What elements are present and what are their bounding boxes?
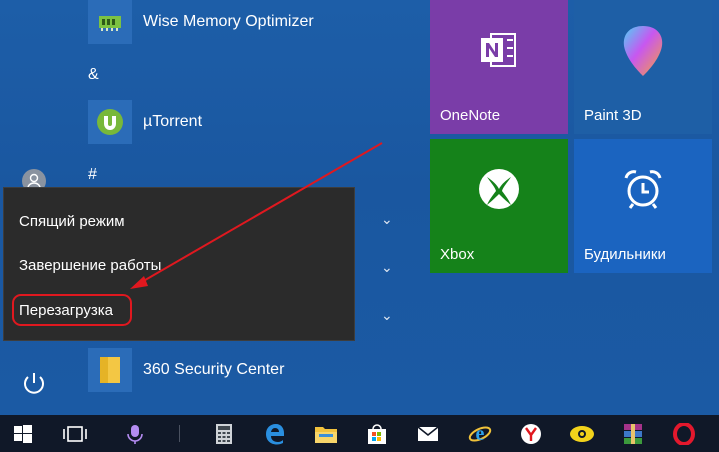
winamp-icon[interactable] [563, 415, 601, 452]
app-wise-memory-optimizer[interactable]: Wise Memory Optimizer [88, 0, 314, 44]
alarm-clock-icon [574, 139, 712, 239]
folder-icon [88, 348, 132, 392]
tile-label: Paint 3D [584, 107, 642, 124]
task-view-icon[interactable] [56, 415, 94, 452]
tile-label: Xbox [440, 246, 475, 263]
taskbar: e [0, 415, 719, 452]
expand-chevron-icon[interactable]: ⌄ [381, 307, 393, 324]
power-icon[interactable] [14, 366, 54, 402]
app-utorrent[interactable]: µTorrent [88, 100, 202, 144]
section-letter-hash[interactable]: # [88, 166, 97, 184]
cortana-icon[interactable] [116, 415, 154, 452]
calculator-icon[interactable] [205, 415, 243, 452]
expand-chevron-icon[interactable]: ⌄ [381, 211, 393, 228]
file-explorer-icon[interactable] [307, 415, 345, 452]
app-360-security-center[interactable]: 360 Security Center [88, 348, 284, 392]
tile-label: OneNote [440, 107, 501, 124]
taskbar-divider [179, 425, 180, 442]
tile-paint-3d[interactable]: Paint 3D [574, 0, 712, 134]
yandex-browser-icon[interactable] [512, 415, 550, 452]
utorrent-icon [88, 100, 132, 144]
tile-onenote[interactable]: OneNote [430, 0, 568, 134]
internet-explorer-icon[interactable]: e [461, 415, 499, 452]
restart-highlight-circle [12, 294, 132, 326]
winrar-icon[interactable] [614, 415, 652, 452]
tile-alarms[interactable]: Будильники [574, 139, 712, 273]
onenote-icon [430, 0, 568, 100]
app-name: 360 Security Center [143, 361, 285, 378]
store-icon[interactable] [358, 415, 396, 452]
xbox-icon [430, 139, 568, 239]
shutdown-option[interactable]: Завершение работы [19, 257, 161, 274]
power-menu: Спящий режим Завершение работы Перезагру… [3, 187, 355, 341]
tile-label: Будильники [584, 246, 666, 263]
wise-memory-icon [88, 0, 132, 44]
expand-chevron-icon[interactable]: ⌄ [381, 259, 393, 276]
tile-xbox[interactable]: Xbox [430, 139, 568, 273]
app-name: µTorrent [143, 113, 203, 130]
edge-icon[interactable] [256, 415, 294, 452]
opera-icon[interactable] [665, 415, 703, 452]
section-letter-ampersand[interactable]: & [88, 66, 99, 84]
paint3d-icon [574, 0, 712, 100]
start-menu: Wise Memory Optimizer & µTorrent # 360 S… [0, 0, 719, 415]
mail-icon[interactable] [409, 415, 447, 452]
sleep-option[interactable]: Спящий режим [19, 213, 125, 230]
svg-text:e: e [476, 423, 485, 445]
windows-start-icon[interactable] [4, 415, 42, 452]
app-name: Wise Memory Optimizer [143, 13, 314, 30]
